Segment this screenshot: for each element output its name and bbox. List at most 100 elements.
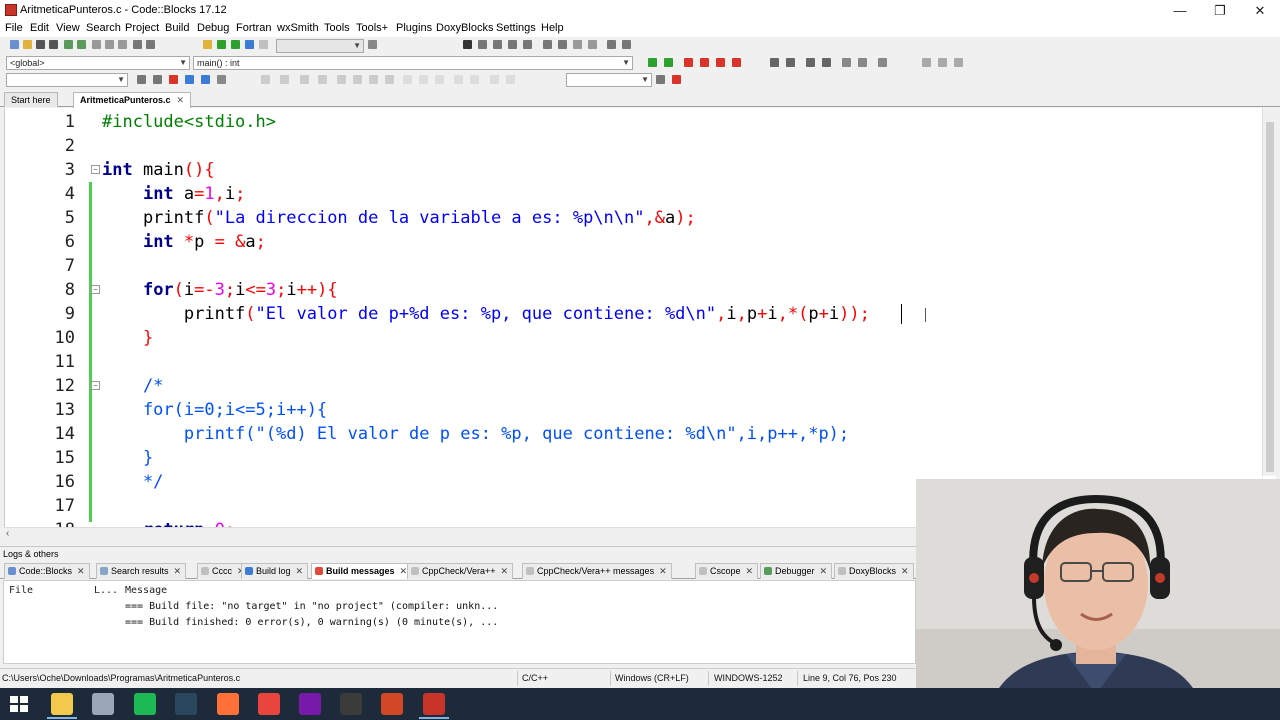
menu-settings[interactable]: Settings: [496, 22, 536, 34]
menu-project[interactable]: Project: [125, 22, 159, 34]
log-tab-debugger[interactable]: Debugger ✕: [760, 563, 833, 579]
scope-combo[interactable]: <global> ▼: [6, 56, 190, 70]
nav-dot-icon[interactable]: [938, 58, 947, 67]
highlight-icon[interactable]: [169, 75, 178, 84]
abort-icon[interactable]: [259, 40, 268, 49]
next-bookmark-icon[interactable]: [716, 58, 725, 67]
firefox-taskbar-icon[interactable]: [217, 693, 239, 715]
editor-horizontal-scrollbar[interactable]: ‹: [4, 527, 916, 541]
tab-close-icon[interactable]: ✕: [177, 95, 185, 105]
open-icon[interactable]: [23, 40, 32, 49]
step-into-icon[interactable]: [508, 40, 517, 49]
log-tab-cppcheck-vera-[interactable]: CppCheck/Vera++ ✕: [407, 563, 514, 579]
copy-icon[interactable]: [105, 40, 114, 49]
doxy-inline-icon[interactable]: [822, 58, 831, 67]
build-messages-panel[interactable]: File L... Message === Build file: "no ta…: [3, 580, 916, 664]
obs-taskbar-icon[interactable]: [340, 693, 362, 715]
selected-text-icon[interactable]: [185, 75, 194, 84]
step-out-icon[interactable]: [523, 40, 532, 49]
log-tab-build-messages[interactable]: Build messages ✕: [311, 563, 413, 579]
show-target-icon[interactable]: [368, 40, 377, 49]
undo-icon[interactable]: [64, 40, 73, 49]
menu-edit[interactable]: Edit: [30, 22, 49, 34]
symbol-search-icon[interactable]: [656, 75, 665, 84]
function-combo[interactable]: main() : int ▼: [193, 56, 633, 70]
run-icon[interactable]: [217, 40, 226, 49]
menu-plugins[interactable]: Plugins: [396, 22, 432, 34]
strikethrough-icon[interactable]: [490, 75, 499, 84]
editor-vertical-scrollbar[interactable]: [1262, 108, 1276, 476]
step-instruction-icon[interactable]: [558, 40, 567, 49]
doxy-comment-icon[interactable]: [770, 58, 779, 67]
debug-windows-icon[interactable]: [607, 40, 616, 49]
menu-fortran[interactable]: Fortran: [236, 22, 271, 34]
close-icon[interactable]: ✕: [746, 566, 754, 576]
toggle-bookmark-icon[interactable]: [684, 58, 693, 67]
menu-doxyblocks[interactable]: DoxyBlocks: [436, 22, 493, 34]
format-icon-3[interactable]: [300, 75, 309, 84]
pause-icon[interactable]: [573, 40, 582, 49]
doxy-block-icon[interactable]: [786, 58, 795, 67]
format-icon-5[interactable]: [337, 75, 346, 84]
build-message[interactable]: === Build file: "no target" in "no proje…: [125, 601, 498, 612]
run-to-cursor-icon[interactable]: [478, 40, 487, 49]
tab-start-here[interactable]: Start here: [4, 92, 58, 107]
jump-forward-icon[interactable]: [664, 58, 673, 67]
powerpoint-taskbar-icon[interactable]: [381, 693, 403, 715]
close-icon[interactable]: ✕: [501, 566, 509, 576]
menu-help[interactable]: Help: [541, 22, 564, 34]
log-tab-search-results[interactable]: Search results ✕: [96, 563, 187, 579]
scrollbar-thumb[interactable]: [1266, 122, 1274, 472]
format-icon-2[interactable]: [280, 75, 289, 84]
format-icon-6[interactable]: [353, 75, 362, 84]
column-file[interactable]: File: [9, 585, 33, 596]
format-icon-4[interactable]: [318, 75, 327, 84]
close-icon[interactable]: ✕: [77, 566, 85, 576]
new-file-icon[interactable]: [10, 40, 19, 49]
column-line[interactable]: L...: [94, 585, 118, 596]
onenote-taskbar-icon[interactable]: [299, 693, 321, 715]
files-taskbar-icon[interactable]: [92, 693, 114, 715]
debug-icon[interactable]: [463, 40, 472, 49]
steam-taskbar-icon[interactable]: [175, 693, 197, 715]
close-icon[interactable]: ✕: [400, 566, 408, 576]
close-icon[interactable]: ✕: [659, 566, 667, 576]
format-icon-10[interactable]: [419, 75, 428, 84]
regex-icon[interactable]: [217, 75, 226, 84]
search-back-icon[interactable]: [137, 75, 146, 84]
next-line-icon[interactable]: [493, 40, 502, 49]
close-icon[interactable]: ✕: [174, 566, 182, 576]
menu-view[interactable]: View: [56, 22, 80, 34]
cut-icon[interactable]: [92, 40, 101, 49]
codeblocks-taskbar-icon[interactable]: [423, 693, 445, 715]
jump-back-icon[interactable]: [648, 58, 657, 67]
clear-bookmarks-icon[interactable]: [732, 58, 741, 67]
save-icon[interactable]: [36, 40, 45, 49]
fold-marker-icon[interactable]: −: [91, 285, 100, 294]
close-window-button[interactable]: ✕: [1240, 0, 1280, 21]
stop-debug-icon[interactable]: [588, 40, 597, 49]
symbol-combo[interactable]: ▼: [566, 73, 652, 87]
paste-icon[interactable]: [118, 40, 127, 49]
search-combo[interactable]: ▼: [6, 73, 128, 87]
format-icon-9[interactable]: [403, 75, 412, 84]
build-message[interactable]: === Build finished: 0 error(s), 0 warnin…: [125, 617, 498, 628]
start-taskbar-icon[interactable]: [8, 693, 30, 715]
minimize-button[interactable]: —: [1160, 0, 1200, 21]
menu-search[interactable]: Search: [86, 22, 121, 34]
doxy-line-icon[interactable]: [806, 58, 815, 67]
prev-bookmark-icon[interactable]: [700, 58, 709, 67]
format-icon-11[interactable]: [435, 75, 444, 84]
save-all-icon[interactable]: [49, 40, 58, 49]
log-tab-doxyblocks[interactable]: DoxyBlocks ✕: [834, 563, 914, 579]
debug-info-icon[interactable]: [622, 40, 631, 49]
code-editor[interactable]: 1 2 3 4 5 6 7 8 9 10 11 12 13 14 15 16 1…: [4, 108, 1276, 527]
close-icon[interactable]: ✕: [820, 566, 828, 576]
close-icon[interactable]: ✕: [901, 566, 909, 576]
log-tab-cppcheck-vera-messages[interactable]: CppCheck/Vera++ messages ✕: [522, 563, 672, 579]
close-icon[interactable]: ✕: [296, 566, 304, 576]
file-explorer-taskbar-icon[interactable]: [51, 693, 73, 715]
build-icon[interactable]: [203, 40, 212, 49]
fold-marker-icon[interactable]: −: [91, 381, 100, 390]
tab-aritmetica-punteros[interactable]: AritmeticaPunteros.c ✕: [73, 92, 192, 108]
